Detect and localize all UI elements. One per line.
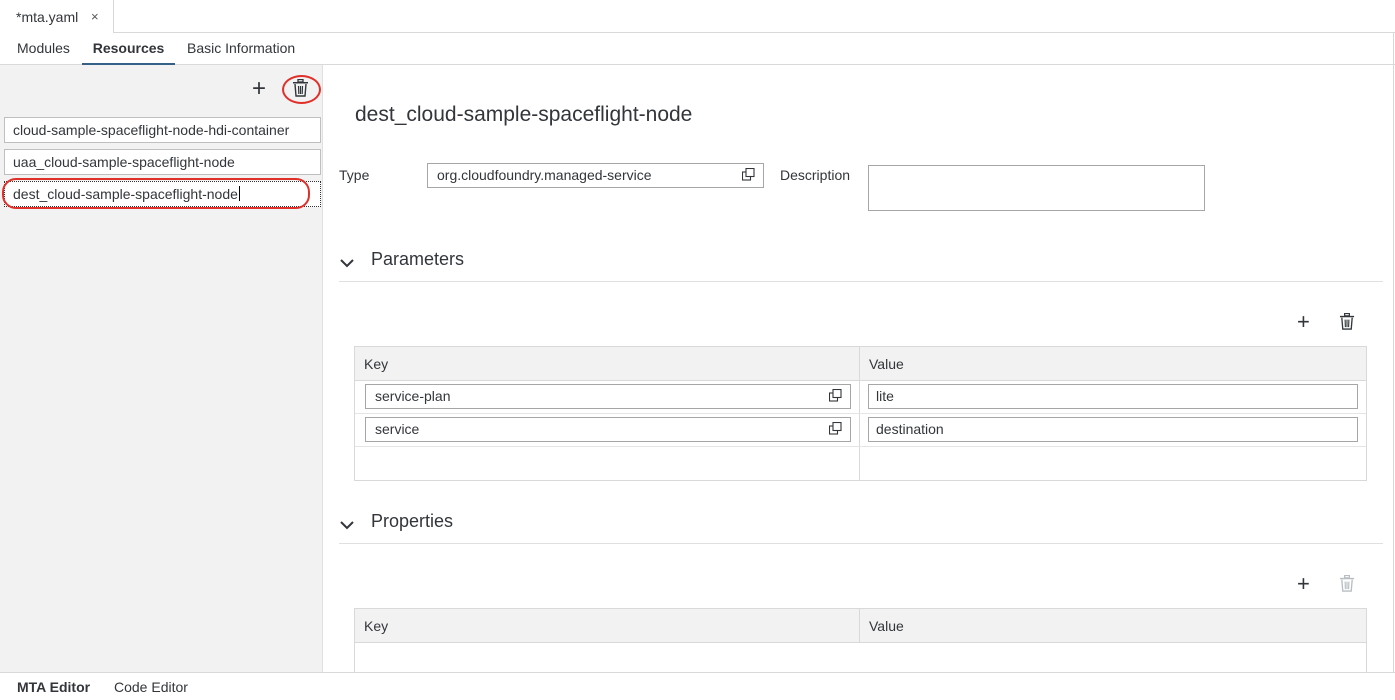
type-label: Type: [339, 167, 370, 183]
properties-table: Key Value: [354, 608, 1367, 672]
parameter-key-text: service: [375, 421, 420, 437]
trash-icon: [1339, 574, 1355, 592]
add-resource-button[interactable]: +: [252, 77, 266, 101]
table-header: Key Value: [355, 347, 1366, 381]
add-parameter-button[interactable]: +: [1297, 311, 1310, 333]
bottom-tab-bar: MTA Editor Code Editor: [0, 672, 1395, 700]
value-help-icon[interactable]: [829, 422, 842, 435]
delete-resource-button[interactable]: [292, 78, 309, 100]
table-header: Key Value: [355, 609, 1366, 643]
value-help-icon[interactable]: [829, 389, 842, 402]
scrollbar-track[interactable]: [1393, 33, 1394, 673]
description-label: Description: [780, 167, 851, 183]
parameter-key-input[interactable]: service-plan: [365, 384, 851, 409]
value-help-icon[interactable]: [742, 168, 755, 181]
column-header-key: Key: [364, 618, 389, 634]
column-header-value: Value: [869, 618, 904, 634]
parameters-title: Parameters: [371, 249, 465, 269]
text-caret: [238, 186, 240, 201]
resource-item-dest[interactable]: dest_cloud-sample-spaceflight-node: [4, 181, 321, 207]
parameter-value-input[interactable]: destination: [868, 417, 1358, 442]
row-divider: [355, 413, 1366, 414]
delete-property-button[interactable]: [1339, 574, 1355, 595]
resource-item-hdi-container[interactable]: cloud-sample-spaceflight-node-hdi-contai…: [4, 117, 321, 143]
tab-modules[interactable]: Modules: [17, 33, 70, 65]
close-icon[interactable]: ×: [91, 9, 99, 24]
delete-parameter-button[interactable]: [1339, 312, 1355, 333]
type-value: org.cloudfoundry.managed-service: [437, 167, 652, 183]
chevron-down-icon[interactable]: [339, 517, 355, 533]
column-header-key: Key: [364, 356, 389, 372]
properties-title: Properties: [371, 511, 454, 531]
parameter-value-input[interactable]: lite: [868, 384, 1358, 409]
tab-basic-information[interactable]: Basic Information: [187, 33, 295, 65]
resource-item-label: dest_cloud-sample-spaceflight-node: [13, 186, 238, 202]
tab-mta-editor[interactable]: MTA Editor: [17, 679, 90, 695]
column-header-value: Value: [869, 356, 904, 372]
parameters-section-header[interactable]: Parameters: [339, 248, 1383, 282]
tab-code-editor[interactable]: Code Editor: [114, 679, 188, 695]
trash-icon: [1339, 312, 1355, 330]
type-field[interactable]: org.cloudfoundry.managed-service: [427, 163, 764, 188]
properties-section-header[interactable]: Properties: [339, 510, 1383, 544]
column-divider: [859, 609, 860, 643]
parameter-key-input[interactable]: service: [365, 417, 851, 442]
description-field[interactable]: [868, 165, 1205, 211]
add-property-button[interactable]: +: [1297, 573, 1310, 595]
editor-tab-bar: Modules Resources Basic Information: [0, 33, 1395, 65]
file-tab-mta-yaml[interactable]: * mta.yaml ×: [0, 0, 114, 33]
chevron-down-icon[interactable]: [339, 255, 355, 271]
parameters-table: Key Value service-plan lite service dest…: [354, 346, 1367, 481]
file-tab-label: mta.yaml: [21, 8, 79, 25]
resource-item-uaa[interactable]: uaa_cloud-sample-spaceflight-node: [4, 149, 321, 175]
parameter-key-text: service-plan: [375, 388, 451, 404]
resource-title: dest_cloud-sample-spaceflight-node: [355, 103, 693, 126]
trash-icon: [293, 78, 308, 97]
resources-list-pane: + cloud-sample-spaceflight-node-hdi-cont…: [0, 65, 323, 672]
row-divider: [355, 446, 1366, 447]
file-tab-strip: * mta.yaml ×: [0, 0, 1395, 33]
tab-resources[interactable]: Resources: [82, 33, 175, 65]
